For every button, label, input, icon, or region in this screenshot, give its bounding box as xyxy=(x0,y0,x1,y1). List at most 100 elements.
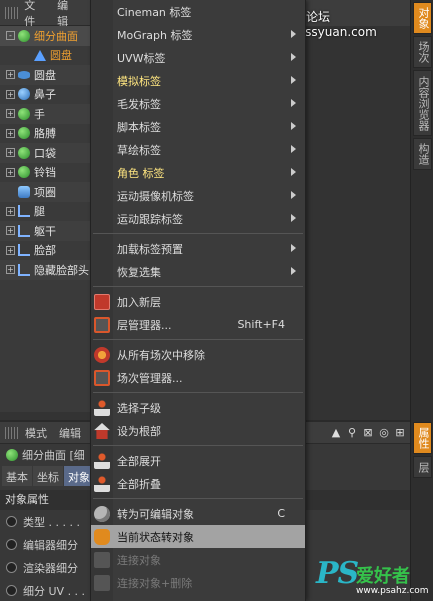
radio-icon[interactable] xyxy=(6,562,17,573)
sphere-icon xyxy=(18,146,30,159)
tab-attributes[interactable]: 属性 xyxy=(413,422,432,454)
attr-label: 编辑器细分 xyxy=(23,538,78,552)
menu-edit[interactable]: 编辑 xyxy=(59,425,81,441)
menu-mode[interactable]: 模式 xyxy=(25,425,47,441)
expand-toggle-icon[interactable]: + xyxy=(6,245,15,255)
submenu-arrow-icon xyxy=(291,267,296,275)
context-menu: Cineman 标签 MoGraph 标签 UVW标签 模拟标签毛发标签脚本标签 草绘标… xyxy=(90,0,306,601)
menu-separator xyxy=(91,230,305,237)
attribute-tools: ▲ ⚲ ⊠ ◎ ⊞ xyxy=(330,422,410,444)
cylinder-icon xyxy=(18,185,30,198)
tree-item[interactable]: + 躯干 xyxy=(0,221,90,241)
menu-item[interactable]: 加载标签预置 xyxy=(91,237,305,260)
tab-objects[interactable]: 对象 xyxy=(413,2,432,34)
menu-item-label: 加入新层 xyxy=(117,295,161,309)
tab-structure[interactable]: 构造 xyxy=(413,138,432,170)
tree-item[interactable]: + 胳膊 xyxy=(0,124,90,144)
menu-item[interactable]: 加入新层 xyxy=(91,290,305,313)
tree-item[interactable]: - 细分曲面 xyxy=(0,26,90,46)
menu-item[interactable]: 草绘标签 xyxy=(91,138,305,161)
menu-item[interactable]: 毛发标签 xyxy=(91,92,305,115)
expand-toggle-icon[interactable]: + xyxy=(6,167,15,177)
menu-item[interactable]: 恢复选集 xyxy=(91,260,305,283)
menu-item[interactable]: 脚本标签 xyxy=(91,115,305,138)
expand-toggle-icon[interactable]: + xyxy=(6,226,15,236)
menu-item[interactable]: 模拟标签 xyxy=(91,69,305,92)
select-children-icon xyxy=(94,400,110,416)
object-manager-menubar: 文件 编辑 xyxy=(0,0,90,29)
tree-item[interactable]: + 隐藏脸部头 xyxy=(0,260,90,280)
disk-icon xyxy=(18,70,30,79)
cursor-icon[interactable]: ▲ xyxy=(330,427,342,439)
tree-item-label: 躯干 xyxy=(34,224,56,238)
menu-item-label: 场次管理器... xyxy=(117,371,183,385)
tree-item[interactable]: 圆盘 xyxy=(0,46,90,66)
tree-item[interactable]: + 脸部 xyxy=(0,241,90,261)
tab-basic[interactable]: 基本 xyxy=(2,466,32,486)
menu-item[interactable]: 全部折叠 xyxy=(91,472,305,495)
tab-coord[interactable]: 坐标 xyxy=(33,466,63,486)
menu-item[interactable]: 选择子级 xyxy=(91,396,305,419)
subdivision-icon xyxy=(6,449,18,461)
radio-icon[interactable] xyxy=(6,516,17,527)
collapse-all-icon xyxy=(94,476,110,492)
menu-item-label: 毛发标签 xyxy=(117,97,161,111)
menu-item-label: 连接对象 xyxy=(117,553,161,567)
tab-content-browser[interactable]: 内容浏览器 xyxy=(413,70,432,136)
menu-item[interactable]: MoGraph 标签 xyxy=(91,23,305,46)
menu-item-label: MoGraph 标签 xyxy=(117,28,193,42)
tree-item[interactable]: + 腿 xyxy=(0,202,90,222)
menu-item[interactable]: 设为根部 xyxy=(91,419,305,442)
expand-toggle-icon[interactable]: + xyxy=(6,206,15,216)
expand-toggle-icon[interactable]: + xyxy=(6,109,15,119)
tree-item[interactable]: + 铃铛 xyxy=(0,163,90,183)
tree-item-label: 脸部 xyxy=(34,244,56,258)
menu-item-label: 从所有场次中移除 xyxy=(117,348,205,362)
tab-takes[interactable]: 场次 xyxy=(413,36,432,68)
menu-item-label: 当前状态转对象 xyxy=(117,530,194,544)
tree-item[interactable]: 项圈 xyxy=(0,182,90,202)
menu-separator xyxy=(91,389,305,396)
bone-icon xyxy=(18,244,30,257)
grip-icon[interactable] xyxy=(5,426,19,439)
menu-item[interactable]: 层管理器... Shift+F4 xyxy=(91,313,305,336)
menu-item[interactable]: 从所有场次中移除 xyxy=(91,343,305,366)
radio-icon[interactable] xyxy=(6,539,17,550)
tree-item[interactable]: + 鼻子 xyxy=(0,85,90,105)
menu-item[interactable]: UVW标签 xyxy=(91,46,305,69)
menu-item[interactable]: 全部展开 xyxy=(91,449,305,472)
menu-item[interactable]: 转为可编辑对象 C xyxy=(91,502,305,525)
grip-icon[interactable] xyxy=(5,6,19,19)
tree-item[interactable]: + 口袋 xyxy=(0,143,90,163)
tree-item-label: 圆盘 xyxy=(50,49,72,63)
expand-toggle-icon[interactable]: + xyxy=(6,148,15,158)
menu-item[interactable]: 运动跟踪标签 xyxy=(91,207,305,230)
tree-item[interactable]: + 手 xyxy=(0,104,90,124)
expand-toggle-icon[interactable]: + xyxy=(6,89,15,99)
attr-label: 类型 . . . . . xyxy=(23,515,80,529)
submenu-arrow-icon xyxy=(291,244,296,252)
layer-manager-icon xyxy=(94,317,110,333)
expand-toggle-icon[interactable]: + xyxy=(6,70,15,80)
menu-item[interactable]: 场次管理器... xyxy=(91,366,305,389)
menu-item[interactable]: 运动摄像机标签 xyxy=(91,184,305,207)
menu-item[interactable]: 当前状态转对象 xyxy=(91,525,305,548)
tab-layers[interactable]: 层 xyxy=(413,456,432,478)
search-icon[interactable]: ⚲ xyxy=(346,427,358,439)
menu-item[interactable]: Cineman 标签 xyxy=(91,0,305,23)
menu-item[interactable]: 角色 标签 xyxy=(91,161,305,184)
expand-toggle-icon[interactable]: + xyxy=(6,265,15,275)
object-manager: 文件 编辑 - 细分曲面 圆盘 + 圆盘 + 鼻子 + 手 + 胳膊 + 口袋 + 铃铛 项圈 + 腿 + 躯干 + 脸部… xyxy=(0,0,90,412)
tree-item[interactable]: + 圆盘 xyxy=(0,65,90,85)
radio-icon[interactable] xyxy=(6,585,17,596)
expand-toggle-icon[interactable]: - xyxy=(6,31,15,41)
bone-icon xyxy=(18,263,30,276)
menu-edit[interactable]: 编辑 xyxy=(57,0,78,29)
menu-file[interactable]: 文件 xyxy=(24,0,45,29)
new-panel-icon[interactable]: ⊞ xyxy=(394,427,406,439)
lock-icon[interactable]: ⊠ xyxy=(362,427,374,439)
make-editable-icon xyxy=(94,506,110,522)
menu-item-label: 连接对象+删除 xyxy=(117,576,193,590)
expand-toggle-icon[interactable]: + xyxy=(6,128,15,138)
target-icon[interactable]: ◎ xyxy=(378,427,390,439)
